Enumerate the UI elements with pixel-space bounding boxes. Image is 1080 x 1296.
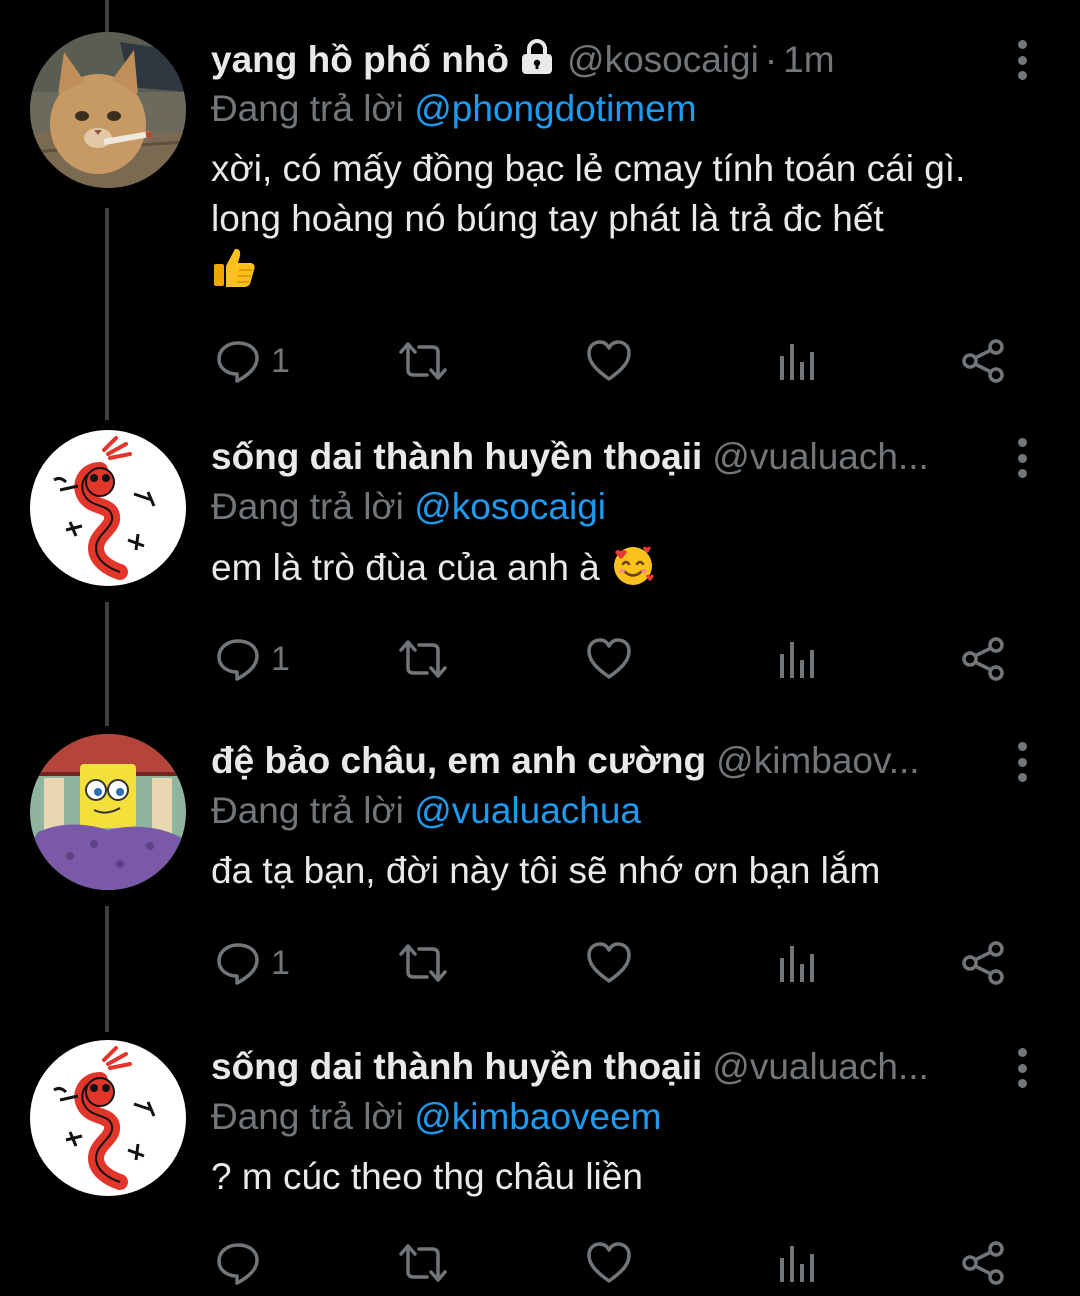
avatar-dragon[interactable] bbox=[30, 430, 186, 586]
avatar-spongebob[interactable] bbox=[30, 734, 186, 890]
retweet-button[interactable] bbox=[397, 338, 449, 384]
views-icon bbox=[780, 1246, 814, 1282]
reply-icon bbox=[217, 341, 259, 383]
reply-count: 1 bbox=[271, 639, 290, 678]
tweet-actions bbox=[211, 1240, 1011, 1290]
views-button[interactable] bbox=[777, 636, 817, 682]
views-icon bbox=[780, 946, 814, 982]
share-button[interactable] bbox=[961, 636, 1007, 682]
tweet-text: ? m cúc theo thg châu liền bbox=[211, 1152, 1041, 1202]
reply-thread: yang hồ phố nhỏ @kosocaigi · 1m Đang trả lờ… bbox=[0, 0, 1080, 1296]
like-button[interactable] bbox=[585, 338, 633, 384]
replying-to: Đang trả lời @vualuachua bbox=[211, 790, 1051, 838]
dragon-avatar-image bbox=[30, 1040, 186, 1196]
replying-prefix: Đang trả lời bbox=[211, 790, 404, 831]
thumbs-up-icon bbox=[211, 244, 257, 290]
views-button[interactable] bbox=[777, 338, 817, 384]
share-icon bbox=[962, 941, 1004, 985]
replying-to: Đang trả lời @phongdotimem bbox=[211, 88, 1051, 136]
avatar-dragon[interactable] bbox=[30, 1040, 186, 1196]
replying-mention[interactable]: @phongdotimem bbox=[414, 88, 696, 129]
share-button[interactable] bbox=[961, 1240, 1007, 1286]
cat-avatar-image bbox=[30, 32, 186, 188]
reply-icon bbox=[217, 1243, 259, 1285]
reply-button[interactable]: 1 bbox=[215, 338, 290, 384]
replying-mention[interactable]: @kimbaoveem bbox=[414, 1096, 661, 1137]
display-name[interactable]: yang hồ phố nhỏ bbox=[211, 39, 509, 80]
reply-button[interactable]: 1 bbox=[215, 940, 290, 986]
like-icon bbox=[587, 942, 631, 983]
like-button[interactable] bbox=[585, 636, 633, 682]
like-button[interactable] bbox=[585, 1240, 633, 1286]
more-icon[interactable] bbox=[1015, 1048, 1029, 1088]
replying-prefix: Đang trả lời bbox=[211, 1096, 404, 1137]
retweet-button[interactable] bbox=[397, 940, 449, 986]
reply-count: 1 bbox=[271, 943, 290, 982]
retweet-icon bbox=[399, 944, 447, 982]
tweet-text: xời, có mấy đồng bạc lẻ cmay tính toán c… bbox=[211, 144, 1041, 295]
user-handle[interactable]: @kimbaov... bbox=[716, 740, 919, 781]
display-name[interactable]: sống dai thành huyền thoạii bbox=[211, 1046, 702, 1087]
like-button[interactable] bbox=[585, 940, 633, 986]
views-icon bbox=[780, 344, 814, 380]
like-icon bbox=[587, 340, 631, 381]
tweet[interactable]: đệ bảo châu, em anh cường @kimbaov... Đan… bbox=[0, 722, 1080, 1022]
views-icon bbox=[780, 642, 814, 678]
tweet-text-content: ? m cúc theo thg châu liền bbox=[211, 1156, 643, 1197]
user-handle[interactable]: @vualuach... bbox=[712, 1046, 929, 1087]
tweet-text: đa tạ bạn, đời này tôi sẽ nhớ ơn bạn lắm bbox=[211, 846, 1041, 896]
share-button[interactable] bbox=[961, 338, 1007, 384]
display-name[interactable]: sống dai thành huyền thoạii bbox=[211, 436, 702, 477]
user-handle[interactable]: @kosocaigi bbox=[567, 39, 759, 80]
spongebob-avatar-image bbox=[30, 734, 186, 890]
replying-prefix: Đang trả lời bbox=[211, 486, 404, 527]
lock-icon bbox=[517, 38, 557, 81]
retweet-icon bbox=[399, 640, 447, 678]
tweet[interactable]: sống dai thành huyền thoạii @vualuach... … bbox=[0, 418, 1080, 708]
tweet[interactable]: sống dai thành huyền thoạii @vualuach... … bbox=[0, 1028, 1080, 1296]
tweet-text-content: đa tạ bạn, đời này tôi sẽ nhớ ơn bạn lắm bbox=[211, 850, 881, 891]
views-button[interactable] bbox=[777, 940, 817, 986]
share-icon bbox=[962, 1241, 1004, 1285]
more-icon[interactable] bbox=[1015, 40, 1029, 80]
display-name[interactable]: đệ bảo châu, em anh cường bbox=[211, 740, 706, 781]
timestamp[interactable]: 1m bbox=[783, 39, 834, 80]
share-icon bbox=[962, 339, 1004, 383]
replying-to: Đang trả lời @kimbaoveem bbox=[211, 1096, 1051, 1144]
like-icon bbox=[587, 1242, 631, 1283]
retweet-button[interactable] bbox=[397, 1240, 449, 1286]
avatar-cat[interactable] bbox=[30, 32, 186, 188]
reply-count: 1 bbox=[271, 341, 290, 380]
replying-mention[interactable]: @vualuachua bbox=[414, 790, 641, 831]
tweet-actions: 1 bbox=[211, 338, 1011, 388]
tweet-text-content: xời, có mấy đồng bạc lẻ cmay tính toán c… bbox=[211, 148, 966, 239]
views-button[interactable] bbox=[777, 1240, 817, 1286]
reply-icon bbox=[217, 639, 259, 681]
like-icon bbox=[587, 638, 631, 679]
smiling-face-with-hearts-icon bbox=[610, 542, 656, 588]
replying-to: Đang trả lời @kosocaigi bbox=[211, 486, 1051, 534]
retweet-button[interactable] bbox=[397, 636, 449, 682]
retweet-icon bbox=[399, 342, 447, 380]
reply-icon bbox=[217, 943, 259, 985]
tweet-text-content: em là trò đùa của anh à bbox=[211, 547, 600, 588]
tweet[interactable]: yang hồ phố nhỏ @kosocaigi · 1m Đang trả lờ… bbox=[0, 20, 1080, 405]
tweet-actions: 1 bbox=[211, 636, 1011, 686]
share-icon bbox=[962, 637, 1004, 681]
share-button[interactable] bbox=[961, 940, 1007, 986]
separator-dot: · bbox=[764, 39, 778, 80]
tweet-actions: 1 bbox=[211, 940, 1011, 990]
replying-prefix: Đang trả lời bbox=[211, 88, 404, 129]
user-handle[interactable]: @vualuach... bbox=[712, 436, 929, 477]
more-icon[interactable] bbox=[1015, 438, 1029, 478]
reply-button[interactable] bbox=[215, 1240, 271, 1286]
retweet-icon bbox=[399, 1244, 447, 1282]
more-icon[interactable] bbox=[1015, 742, 1029, 782]
dragon-avatar-image bbox=[30, 430, 186, 586]
reply-button[interactable]: 1 bbox=[215, 636, 290, 682]
replying-mention[interactable]: @kosocaigi bbox=[414, 486, 606, 527]
tweet-text: em là trò đùa của anh à bbox=[211, 542, 1041, 593]
